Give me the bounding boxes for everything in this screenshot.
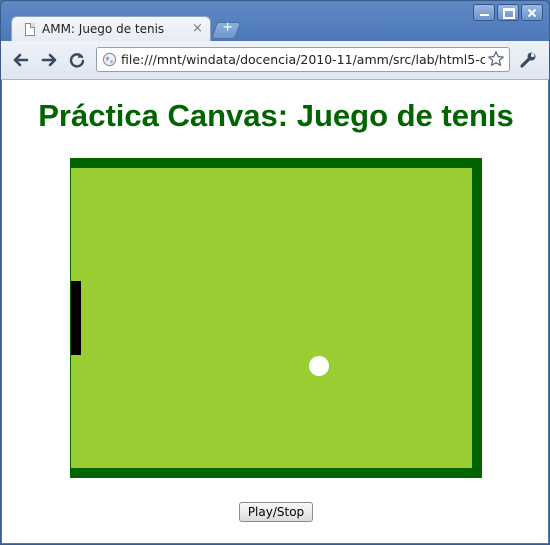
tab-amm-juego-de-tenis[interactable]: AMM: Juego de tenis × — [11, 16, 211, 42]
tab-close-icon[interactable]: × — [192, 21, 203, 37]
close-window-button[interactable] — [521, 4, 543, 21]
page-icon — [25, 23, 35, 36]
browser-toolbar: file:///mnt/windata/docencia/2010-11/amm… — [1, 41, 549, 80]
wrench-menu-button[interactable] — [518, 50, 538, 70]
globe-icon — [102, 52, 117, 67]
ball — [309, 356, 329, 376]
address-bar[interactable]: file:///mnt/windata/docencia/2010-11/amm… — [96, 47, 510, 72]
tennis-court-canvas[interactable] — [70, 158, 482, 478]
url-text: file:///mnt/windata/docencia/2010-11/amm… — [121, 52, 485, 67]
page-title: Práctica Canvas: Juego de tenis — [38, 98, 514, 133]
browser-window: AMM: Juego de tenis × + file:///mnt/wind… — [0, 0, 550, 545]
minimize-button[interactable] — [473, 4, 495, 21]
minimize-icon — [474, 5, 494, 20]
play-stop-button[interactable]: Play/Stop — [239, 502, 313, 522]
wrench-icon — [520, 52, 536, 68]
page-content: Práctica Canvas: Juego de tenis Play/Sto… — [2, 80, 548, 543]
tab-title: AMM: Juego de tenis — [42, 22, 165, 36]
forward-button[interactable] — [39, 50, 59, 70]
maximize-button[interactable] — [497, 4, 519, 21]
bookmark-star-icon[interactable] — [487, 50, 505, 68]
tab-strip: AMM: Juego de tenis × + — [1, 1, 549, 42]
reload-icon — [69, 53, 85, 68]
new-tab-button[interactable]: + — [210, 20, 242, 39]
back-button[interactable] — [11, 50, 31, 70]
maximize-icon — [498, 5, 518, 20]
reload-button[interactable] — [67, 50, 87, 70]
paddle — [71, 281, 81, 355]
arrow-right-icon — [41, 53, 57, 67]
plus-icon: + — [222, 20, 233, 35]
close-icon — [522, 5, 542, 20]
arrow-left-icon — [13, 53, 29, 67]
court-surface — [71, 168, 472, 468]
